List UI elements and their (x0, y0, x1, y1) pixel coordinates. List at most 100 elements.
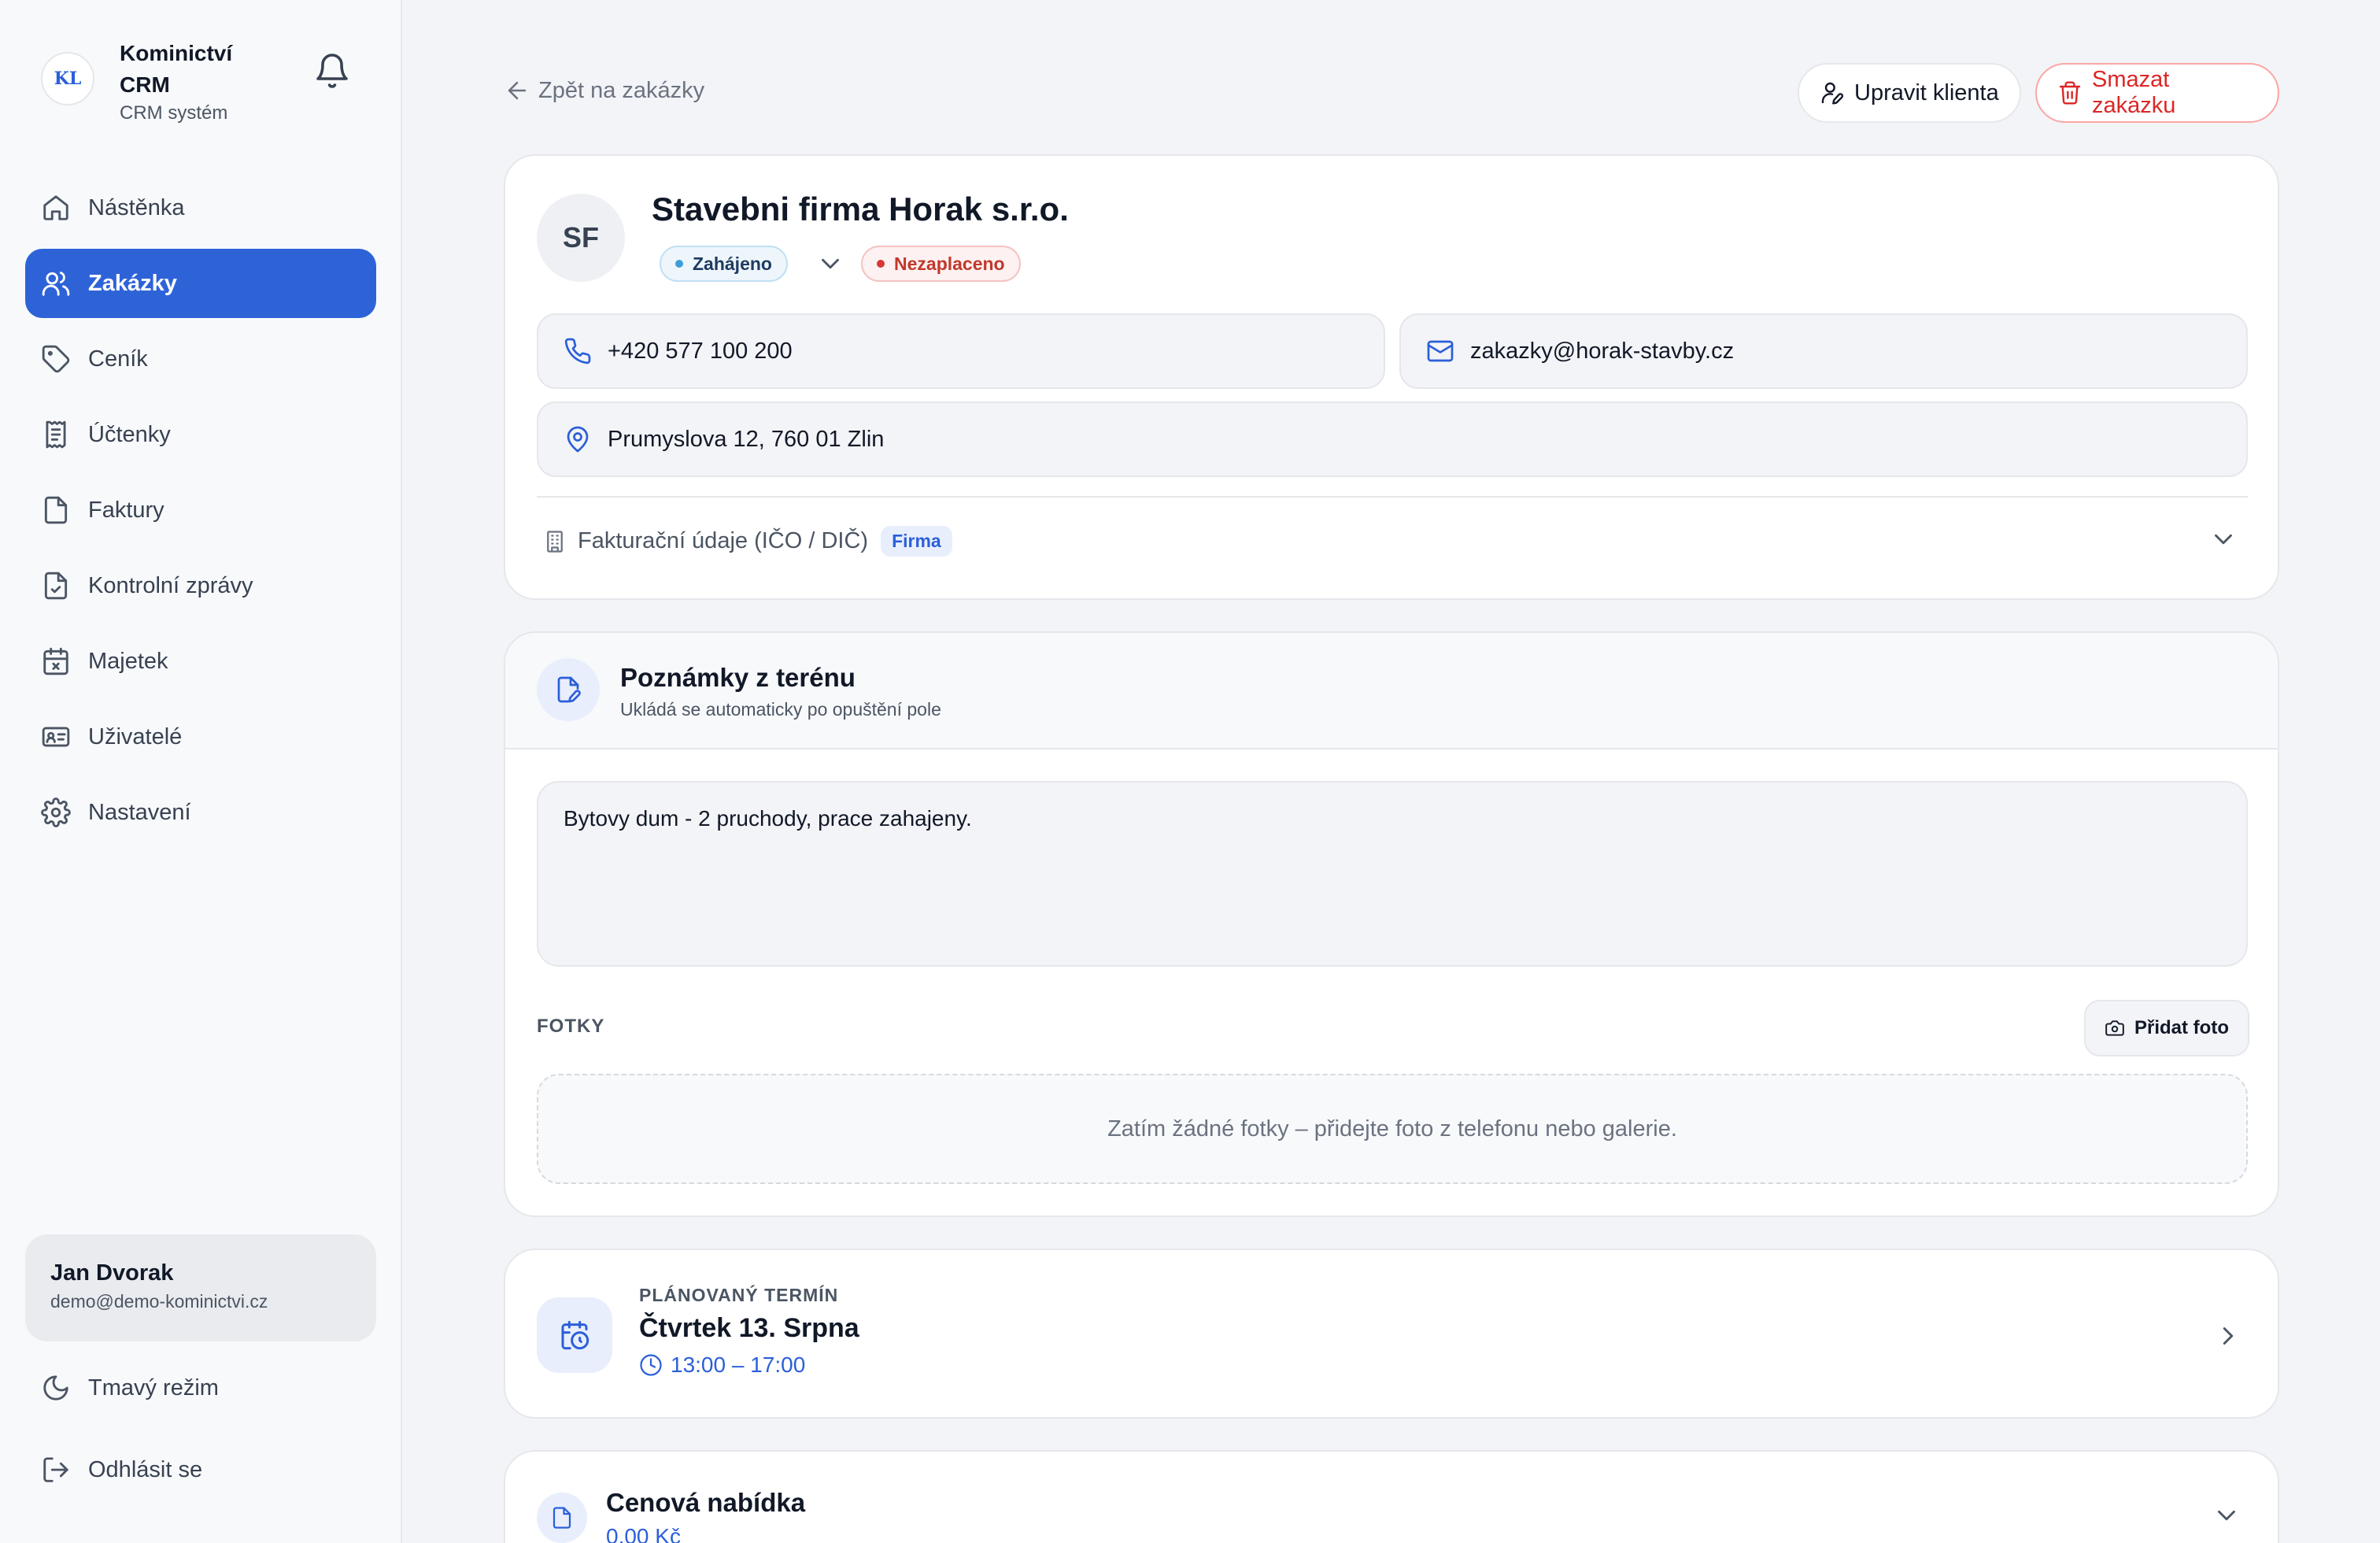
chevron-down-icon[interactable] (815, 249, 845, 279)
calendar-x-icon (41, 646, 71, 676)
delete-order-label: Smazat zakázku (2092, 67, 2176, 118)
address-value: Prumyslova 12, 760 01 Zlin (608, 426, 885, 452)
building-icon (543, 530, 567, 553)
notes-title: Poznámky z terénu (620, 663, 856, 692)
dark-mode-toggle[interactable]: Tmavý režim (41, 1373, 219, 1403)
clock-icon (639, 1353, 663, 1377)
map-pin-icon (564, 425, 592, 453)
divider (537, 496, 2248, 498)
quote-title: Cenová nabídka (606, 1488, 806, 1517)
logout-label: Odhlásit se (88, 1456, 203, 1482)
delete-order-button[interactable]: Smazat zakázku (2035, 63, 2279, 123)
arrow-left-icon (504, 77, 530, 104)
brand-logo: KL (41, 52, 94, 105)
brand-name: Kominictví CRM (120, 41, 233, 97)
sidebar-item-label: Majetek (88, 648, 168, 674)
user-name: Jan Dvorak (50, 1260, 174, 1286)
user-card[interactable]: Jan Dvorak demo@demo-kominictvi.cz (25, 1234, 376, 1341)
notes-subtitle: Ukládá se automaticky po opuštění pole (620, 699, 941, 720)
billing-label: Fakturační údaje (IČO / DIČ) (578, 528, 869, 553)
field-notes-card: Poznámky z terénu Ukládá se automaticky … (504, 631, 2279, 1217)
id-card-icon (41, 722, 71, 752)
sidebar-item-label: Kontrolní zprávy (88, 572, 253, 598)
brand-subtitle: CRM systém (120, 102, 228, 124)
back-label: Zpět na zakázky (538, 77, 705, 103)
file-check-icon (41, 571, 71, 601)
gear-icon (41, 797, 71, 827)
phone-field[interactable]: +420 577 100 200 (537, 313, 1385, 389)
sidebar-item-zakazky[interactable]: Zakázky (25, 249, 376, 318)
chevron-down-icon[interactable] (2212, 1500, 2241, 1530)
status-dot (675, 260, 683, 268)
user-pen-icon (1820, 80, 1845, 105)
payment-status-badge[interactable]: Nezaplaceno (861, 246, 1021, 282)
chevron-down-icon[interactable] (2208, 524, 2238, 554)
notes-icon-wrap (537, 658, 600, 721)
bell-icon[interactable] (313, 52, 351, 90)
sidebar-item-faktury[interactable]: Faktury (25, 475, 376, 545)
logout-button[interactable]: Odhlásit se (41, 1455, 202, 1485)
sidebar-item-cenik[interactable]: Ceník (25, 324, 376, 394)
file-icon (550, 1506, 574, 1530)
logout-icon (41, 1455, 71, 1485)
status-label: Zahájeno (693, 253, 772, 274)
add-photo-label: Přidat foto (2134, 1017, 2229, 1038)
dark-mode-label: Tmavý režim (88, 1375, 219, 1401)
trash-icon (2057, 80, 2082, 105)
sidebar-item-nastenka[interactable]: Nástěnka (25, 173, 376, 242)
sidebar-item-uctenky[interactable]: Účtenky (25, 400, 376, 469)
photos-empty-state[interactable]: Zatím žádné fotky – přidejte foto z tele… (537, 1074, 2248, 1184)
phone-value: +420 577 100 200 (608, 338, 793, 364)
sidebar-item-nastaveni[interactable]: Nastavení (25, 778, 376, 847)
user-email: demo@demo-kominictvi.cz (50, 1291, 268, 1312)
back-link[interactable]: Zpět na zakázky (504, 77, 704, 104)
camera-icon (2105, 1018, 2125, 1038)
schedule-time: 13:00 – 17:00 (639, 1352, 805, 1378)
sidebar-item-label: Nástěnka (88, 194, 185, 220)
address-field[interactable]: Prumyslova 12, 760 01 Zlin (537, 401, 2248, 477)
edit-client-button[interactable]: Upravit klienta (1798, 63, 2021, 123)
billing-type-badge: Firma (881, 526, 952, 557)
tag-icon (41, 344, 71, 374)
status-badge[interactable]: Zahájeno (660, 246, 788, 282)
calendar-clock-icon (559, 1319, 590, 1351)
brand: KL Kominictví CRM CRM systém (41, 38, 261, 126)
email-field[interactable]: zakazky@horak-stavby.cz (1399, 313, 2248, 389)
payment-status-label: Nezaplaceno (894, 253, 1005, 274)
schedule-card[interactable]: PLÁNOVANÝ TERMÍN Čtvrtek 13. Srpna 13:00… (504, 1249, 2279, 1419)
email-value: zakazky@horak-stavby.cz (1470, 338, 1735, 364)
edit-client-label: Upravit klienta (1854, 80, 1999, 105)
schedule-label: PLÁNOVANÝ TERMÍN (639, 1285, 839, 1305)
sidebar-item-label: Ceník (88, 346, 148, 372)
notes-textarea[interactable]: Bytovy dum - 2 pruchody, prace zahajeny. (537, 781, 2248, 967)
home-icon (41, 193, 71, 223)
photos-label: FOTKY (537, 1016, 605, 1037)
mail-icon (1426, 337, 1454, 365)
receipt-icon (41, 420, 71, 450)
sidebar-item-label: Zakázky (88, 270, 177, 296)
users-icon (41, 268, 71, 298)
add-photo-button[interactable]: Přidat foto (2084, 1000, 2249, 1056)
file-icon (41, 495, 71, 525)
sidebar: KL Kominictví CRM CRM systém Nástěnka Za… (0, 0, 402, 1543)
avatar: SF (537, 194, 625, 282)
chevron-right-icon[interactable] (2213, 1321, 2243, 1351)
sidebar-item-uzivatele[interactable]: Uživatelé (25, 702, 376, 772)
moon-icon (41, 1373, 71, 1403)
sidebar-item-label: Uživatelé (88, 723, 183, 749)
schedule-date: Čtvrtek 13. Srpna (639, 1313, 859, 1343)
file-pen-icon (554, 675, 582, 704)
schedule-time-value: 13:00 – 17:00 (671, 1352, 806, 1377)
sidebar-item-label: Účtenky (88, 421, 171, 447)
sidebar-item-kontrolni-zpravy[interactable]: Kontrolní zprávy (25, 551, 376, 620)
price-quote-card[interactable]: Cenová nabídka 0,00 Kč (504, 1450, 2279, 1543)
field-notes-header: Poznámky z terénu Ukládá se automaticky … (505, 633, 2278, 749)
client-card: SF Stavebni firma Horak s.r.o. Zahájeno … (504, 154, 2279, 600)
sidebar-item-label: Nastavení (88, 799, 191, 825)
sidebar-item-majetek[interactable]: Majetek (25, 627, 376, 696)
phone-icon (564, 337, 592, 365)
payment-dot (877, 260, 885, 268)
billing-toggle[interactable]: Fakturační údaje (IČO / DIČ) Firma (543, 526, 952, 557)
quote-value: 0,00 Kč (606, 1524, 681, 1543)
sidebar-item-label: Faktury (88, 497, 164, 523)
